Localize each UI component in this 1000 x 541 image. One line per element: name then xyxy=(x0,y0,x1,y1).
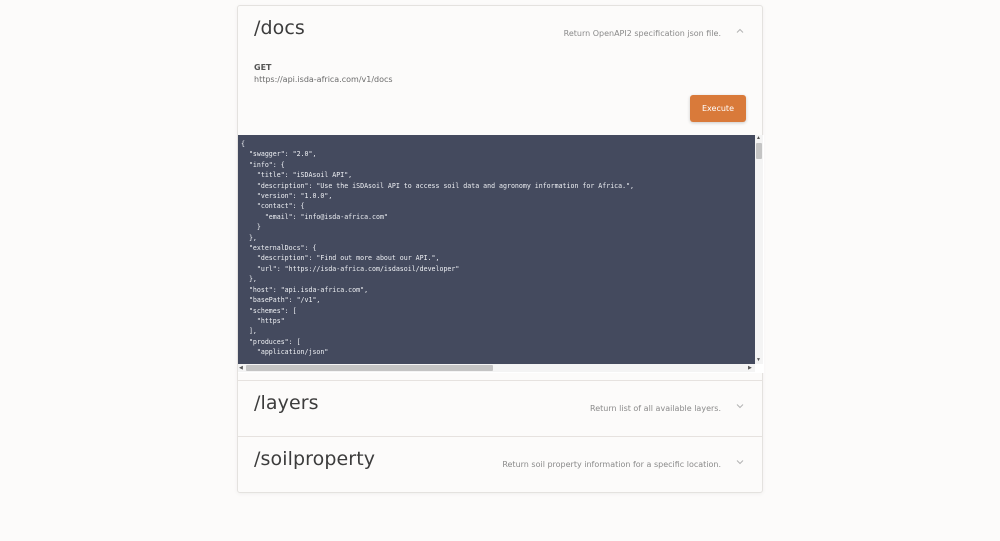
http-method: GET xyxy=(254,63,272,72)
endpoint-description: Return soil property information for a s… xyxy=(502,460,721,469)
chevron-up-icon[interactable] xyxy=(735,26,745,36)
endpoint-path: /layers xyxy=(254,392,319,414)
chevron-down-icon[interactable] xyxy=(735,401,745,411)
endpoint-layers-header[interactable]: /layers Return list of all available lay… xyxy=(238,381,762,437)
scroll-right-icon[interactable]: ▶ xyxy=(748,365,752,371)
endpoint-soilproperty-header[interactable]: /soilproperty Return soil property infor… xyxy=(238,437,762,493)
api-endpoints-panel: /docs Return OpenAPI2 specification json… xyxy=(237,5,764,493)
endpoint-description: Return OpenAPI2 specification json file. xyxy=(563,29,721,38)
endpoint-docs-header[interactable]: /docs Return OpenAPI2 specification json… xyxy=(238,6,762,62)
response-json: { "swagger": "2.0", "info": { "title": "… xyxy=(241,140,635,357)
endpoint-description: Return list of all available layers. xyxy=(590,404,721,413)
vertical-scroll-thumb[interactable] xyxy=(756,143,762,159)
response-code-block[interactable]: { "swagger": "2.0", "info": { "title": "… xyxy=(238,135,755,364)
endpoint-url: https://api.isda-africa.com/v1/docs xyxy=(254,75,393,84)
horizontal-scroll-thumb[interactable] xyxy=(246,365,493,371)
chevron-down-icon[interactable] xyxy=(735,457,745,467)
scroll-up-icon[interactable]: ▲ xyxy=(756,135,761,141)
execute-button[interactable]: Execute xyxy=(690,95,746,122)
vertical-scrollbar[interactable]: ▲ ▼ xyxy=(755,135,763,364)
horizontal-scrollbar[interactable]: ◀ ▶ xyxy=(238,364,755,372)
scroll-down-icon[interactable]: ▼ xyxy=(756,357,761,363)
response-viewer: { "swagger": "2.0", "info": { "title": "… xyxy=(238,135,764,373)
endpoint-path: /soilproperty xyxy=(254,448,376,470)
scroll-left-icon[interactable]: ◀ xyxy=(239,365,243,371)
endpoint-path: /docs xyxy=(254,17,305,39)
